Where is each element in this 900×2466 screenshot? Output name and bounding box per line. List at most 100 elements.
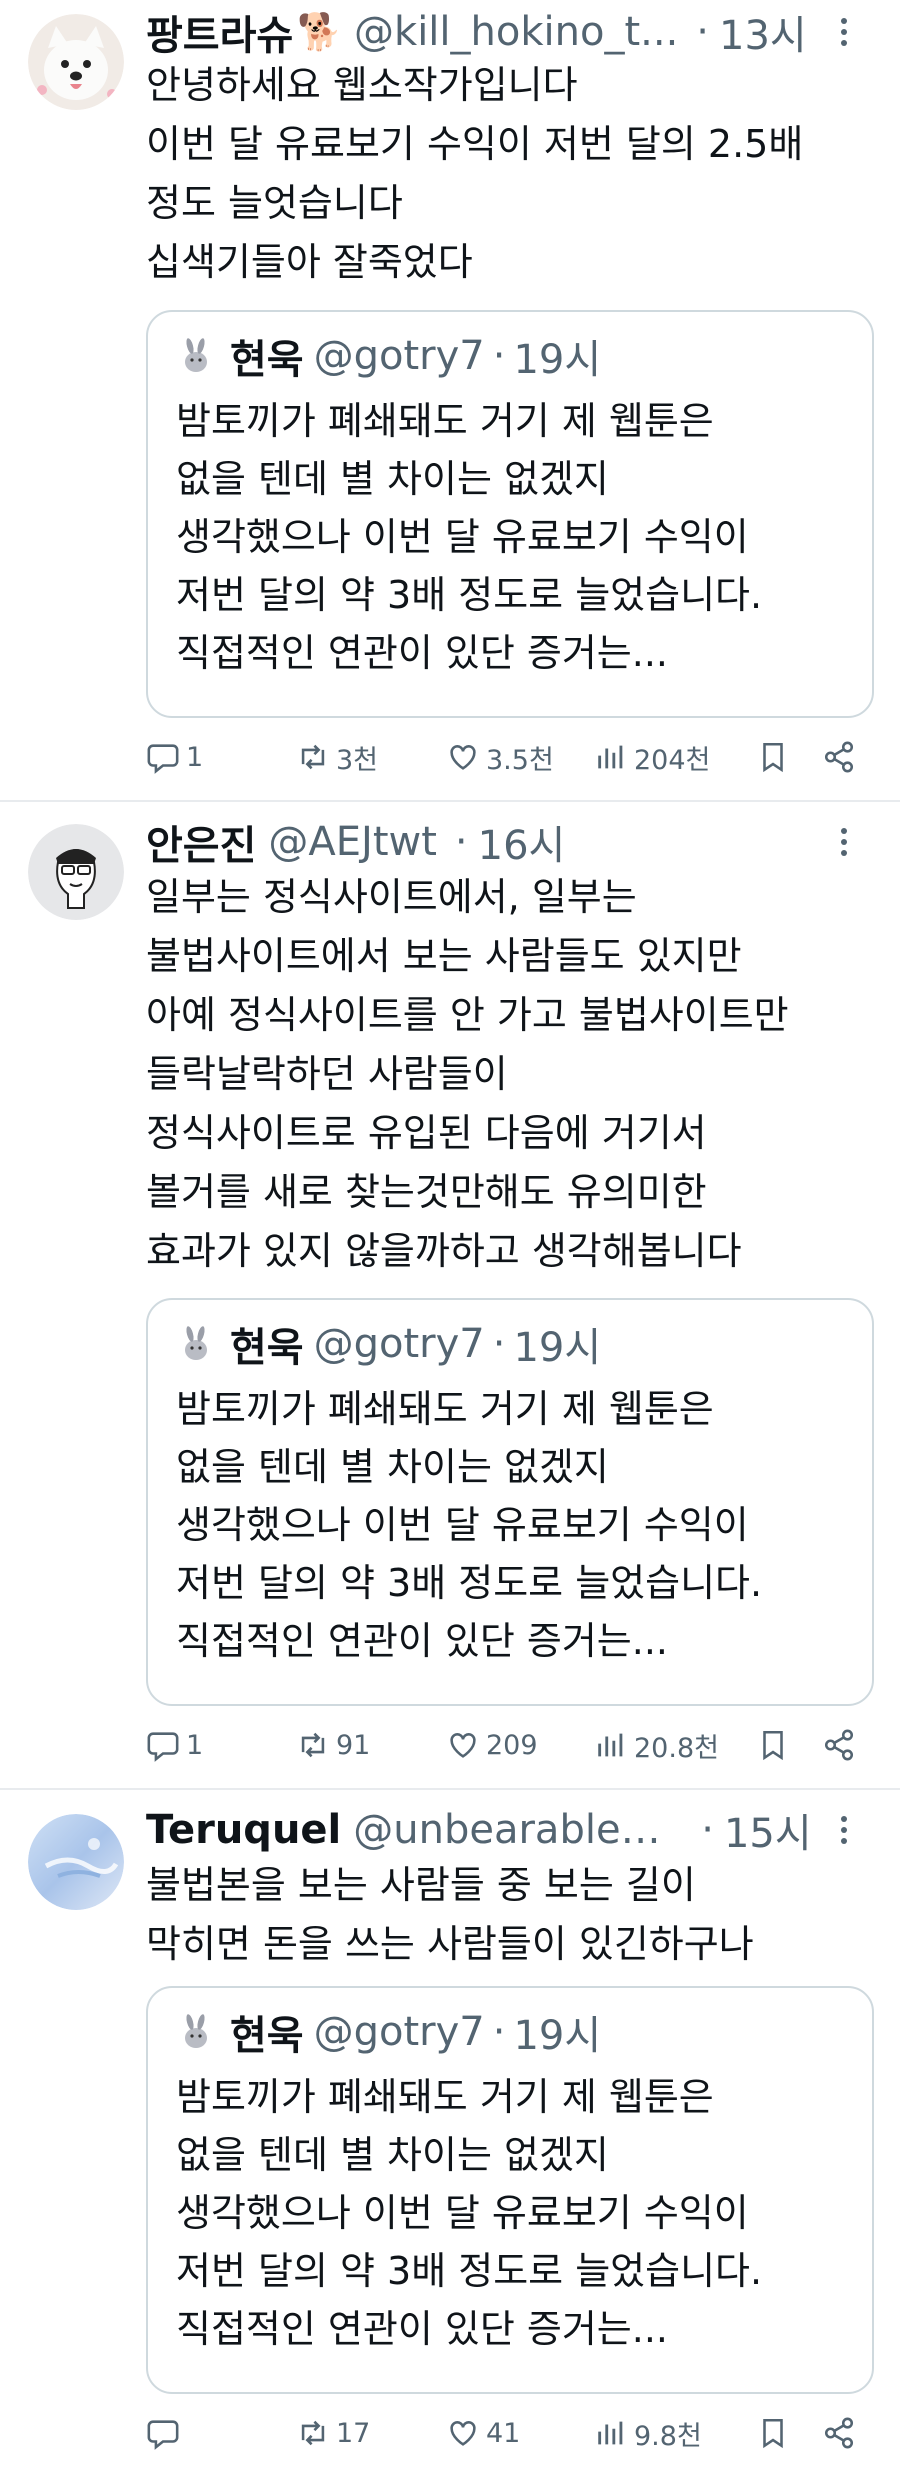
tweet[interactable]: 팡트라슈 🐕 @kill_hokino_t... · 13시 안녕하세요 웹소작… — [0, 0, 900, 800]
white-dog-avatar-icon — [28, 14, 124, 110]
bookmark-icon — [763, 742, 783, 773]
cartoon-character-avatar-icon — [28, 824, 124, 920]
retweet-count: 91 — [336, 1729, 371, 1761]
rabbit-avatar-icon — [176, 336, 216, 376]
quoted-timestamp: 19시 — [513, 2013, 602, 2059]
more-options-icon[interactable] — [824, 12, 864, 52]
quoted-handle: @gotry7 — [313, 2009, 485, 2055]
dog-emoji: 🐕 — [297, 12, 343, 53]
user-handle[interactable]: @AEJtwt — [268, 819, 437, 865]
views-count: 20.8천 — [634, 1732, 719, 1764]
share-icon — [824, 1729, 854, 1761]
quoted-text-line: 저번 달의 약 3배 정도로 늘었습니다. — [176, 2249, 763, 2293]
reply-button[interactable] — [146, 2408, 186, 2458]
tweet-text-line: 이번 달 유료보기 수익이 저번 달의 2.5배 — [146, 122, 804, 166]
quoted-tweet[interactable]: 현욱 @gotry7 · 19시 밤토끼가 폐쇄돼도 거기 제 웹툰은 없을 텐… — [146, 1986, 874, 2394]
reply-icon — [147, 1732, 179, 1762]
reply-count: 1 — [186, 741, 204, 773]
quoted-tweet[interactable]: 현욱 @gotry7 · 19시 밤토끼가 폐쇄돼도 거기 제 웹툰은 없을 텐… — [146, 1298, 874, 1706]
quoted-text-line: 밤토끼가 폐쇄돼도 거기 제 웹툰은 — [176, 2075, 714, 2119]
tweet-text-line: 불법본을 보는 사람들 중 보는 길이 — [146, 1863, 696, 1907]
quoted-text-line: 생각했으나 이번 달 유료보기 수익이 — [176, 1503, 749, 1547]
display-name[interactable]: Teruquel — [146, 1807, 341, 1853]
display-name[interactable]: 팡트라슈 — [146, 3, 293, 61]
like-count: 41 — [486, 2417, 521, 2449]
reply-icon — [147, 744, 179, 774]
views-button[interactable]: 9.8천 — [594, 2408, 702, 2458]
timestamp[interactable]: 16시 — [478, 813, 566, 871]
quoted-avatar — [176, 2012, 216, 2052]
views-chart-icon — [598, 745, 623, 769]
display-name[interactable]: 안은진 — [146, 813, 256, 871]
share-button[interactable] — [822, 732, 856, 782]
avatar[interactable] — [28, 14, 124, 110]
avatar[interactable] — [28, 1814, 124, 1910]
like-count: 3.5천 — [486, 744, 554, 776]
heart-icon — [450, 1733, 476, 1758]
separator-dot: · — [696, 9, 710, 55]
separator-dot: · — [492, 2009, 506, 2055]
tweet-text-line: 불법사이트에서 보는 사람들도 있지만 — [146, 934, 742, 978]
tweet-text-line: 들락날락하던 사람들이 — [146, 1052, 508, 1096]
timestamp[interactable]: 15시 — [724, 1801, 812, 1859]
quoted-display-name: 현욱 — [230, 2013, 304, 2059]
quoted-handle: @gotry7 — [313, 333, 485, 379]
quoted-text-line: 저번 달의 약 3배 정도로 늘었습니다. — [176, 1561, 763, 1605]
retweet-button[interactable]: 91 — [296, 1720, 370, 1770]
action-bar: 1 3천 3.5천 204천 — [146, 732, 866, 782]
bookmark-icon — [763, 1730, 783, 1761]
tweet-text-line: 볼거를 새로 찾는것만해도 유의미한 — [146, 1170, 707, 1214]
like-button[interactable]: 3.5천 — [446, 732, 554, 782]
quoted-display-name: 현욱 — [230, 1325, 304, 1371]
user-handle[interactable]: @kill_hokino_t... — [354, 9, 678, 55]
tweet-text-line: 십색기들아 잘죽었다 — [146, 240, 473, 284]
more-options-icon[interactable] — [824, 1810, 864, 1850]
views-button[interactable]: 204천 — [594, 732, 710, 782]
bookmark-button[interactable] — [756, 732, 790, 782]
retweet-count: 3천 — [336, 744, 379, 776]
tweet[interactable]: Teruquel @unbearablen... · 15시 불법본을 보는 사… — [0, 1790, 900, 2466]
separator-dot: · — [492, 1321, 506, 1367]
avatar[interactable] — [28, 824, 124, 920]
tweet[interactable]: 안은진 @AEJtwt · 16시 일부는 정식사이트에서, 일부는 불법사이트… — [0, 802, 900, 1788]
quoted-timestamp: 19시 — [513, 337, 602, 383]
separator-dot: · — [454, 819, 468, 865]
like-button[interactable]: 41 — [446, 2408, 520, 2458]
quoted-handle: @gotry7 — [313, 1321, 485, 1367]
quoted-avatar — [176, 1324, 216, 1364]
tweet-text-line: 정도 늘엇습니다 — [146, 181, 403, 225]
quoted-text-line: 밤토끼가 폐쇄돼도 거기 제 웹툰은 — [176, 1387, 714, 1431]
quoted-text: 밤토끼가 폐쇄돼도 거기 제 웹툰은 없을 텐데 별 차이는 없겠지 생각했으나… — [176, 1380, 762, 1670]
separator-dot: · — [492, 333, 506, 379]
user-handle[interactable]: @unbearablen... — [353, 1807, 683, 1853]
share-icon — [824, 2417, 854, 2449]
views-button[interactable]: 20.8천 — [594, 1720, 719, 1770]
quoted-text-line: 없을 텐데 별 차이는 없겠지 — [176, 1445, 609, 1489]
bookmark-button[interactable] — [756, 1720, 790, 1770]
heart-icon — [450, 745, 476, 770]
tweet-text: 일부는 정식사이트에서, 일부는 불법사이트에서 보는 사람들도 있지만 아예 … — [146, 868, 880, 1281]
reply-button[interactable]: 1 — [146, 732, 203, 782]
retweet-count: 17 — [336, 2417, 371, 2449]
quoted-text-line: 밤토끼가 폐쇄돼도 거기 제 웹툰은 — [176, 399, 714, 443]
bookmark-button[interactable] — [756, 2408, 790, 2458]
tweet-text-line: 일부는 정식사이트에서, 일부는 — [146, 875, 637, 919]
share-button[interactable] — [822, 1720, 856, 1770]
action-bar: 17 41 9.8천 — [146, 2408, 866, 2458]
quoted-text-line: 직접적인 연관이 있단 증거는... — [176, 1619, 668, 1663]
quoted-tweet[interactable]: 현욱 @gotry7 · 19시 밤토끼가 폐쇄돼도 거기 제 웹툰은 없을 텐… — [146, 310, 874, 718]
tweet-text-line: 막히면 돈을 쓰는 사람들이 있긴하구나 — [146, 1922, 754, 1966]
quoted-text-line: 생각했으나 이번 달 유료보기 수익이 — [176, 515, 749, 559]
share-icon — [824, 741, 854, 773]
more-options-icon[interactable] — [824, 822, 864, 862]
like-button[interactable]: 209 — [446, 1720, 538, 1770]
tweet-text-line: 정식사이트로 유입된 다음에 거기서 — [146, 1111, 707, 1155]
views-count: 9.8천 — [634, 2420, 702, 2452]
reply-button[interactable]: 1 — [146, 1720, 203, 1770]
retweet-button[interactable]: 3천 — [296, 732, 378, 782]
timestamp[interactable]: 13시 — [719, 3, 807, 61]
views-chart-icon — [598, 2421, 623, 2445]
share-button[interactable] — [822, 2408, 856, 2458]
rabbit-avatar-icon — [176, 1324, 216, 1364]
retweet-button[interactable]: 17 — [296, 2408, 370, 2458]
